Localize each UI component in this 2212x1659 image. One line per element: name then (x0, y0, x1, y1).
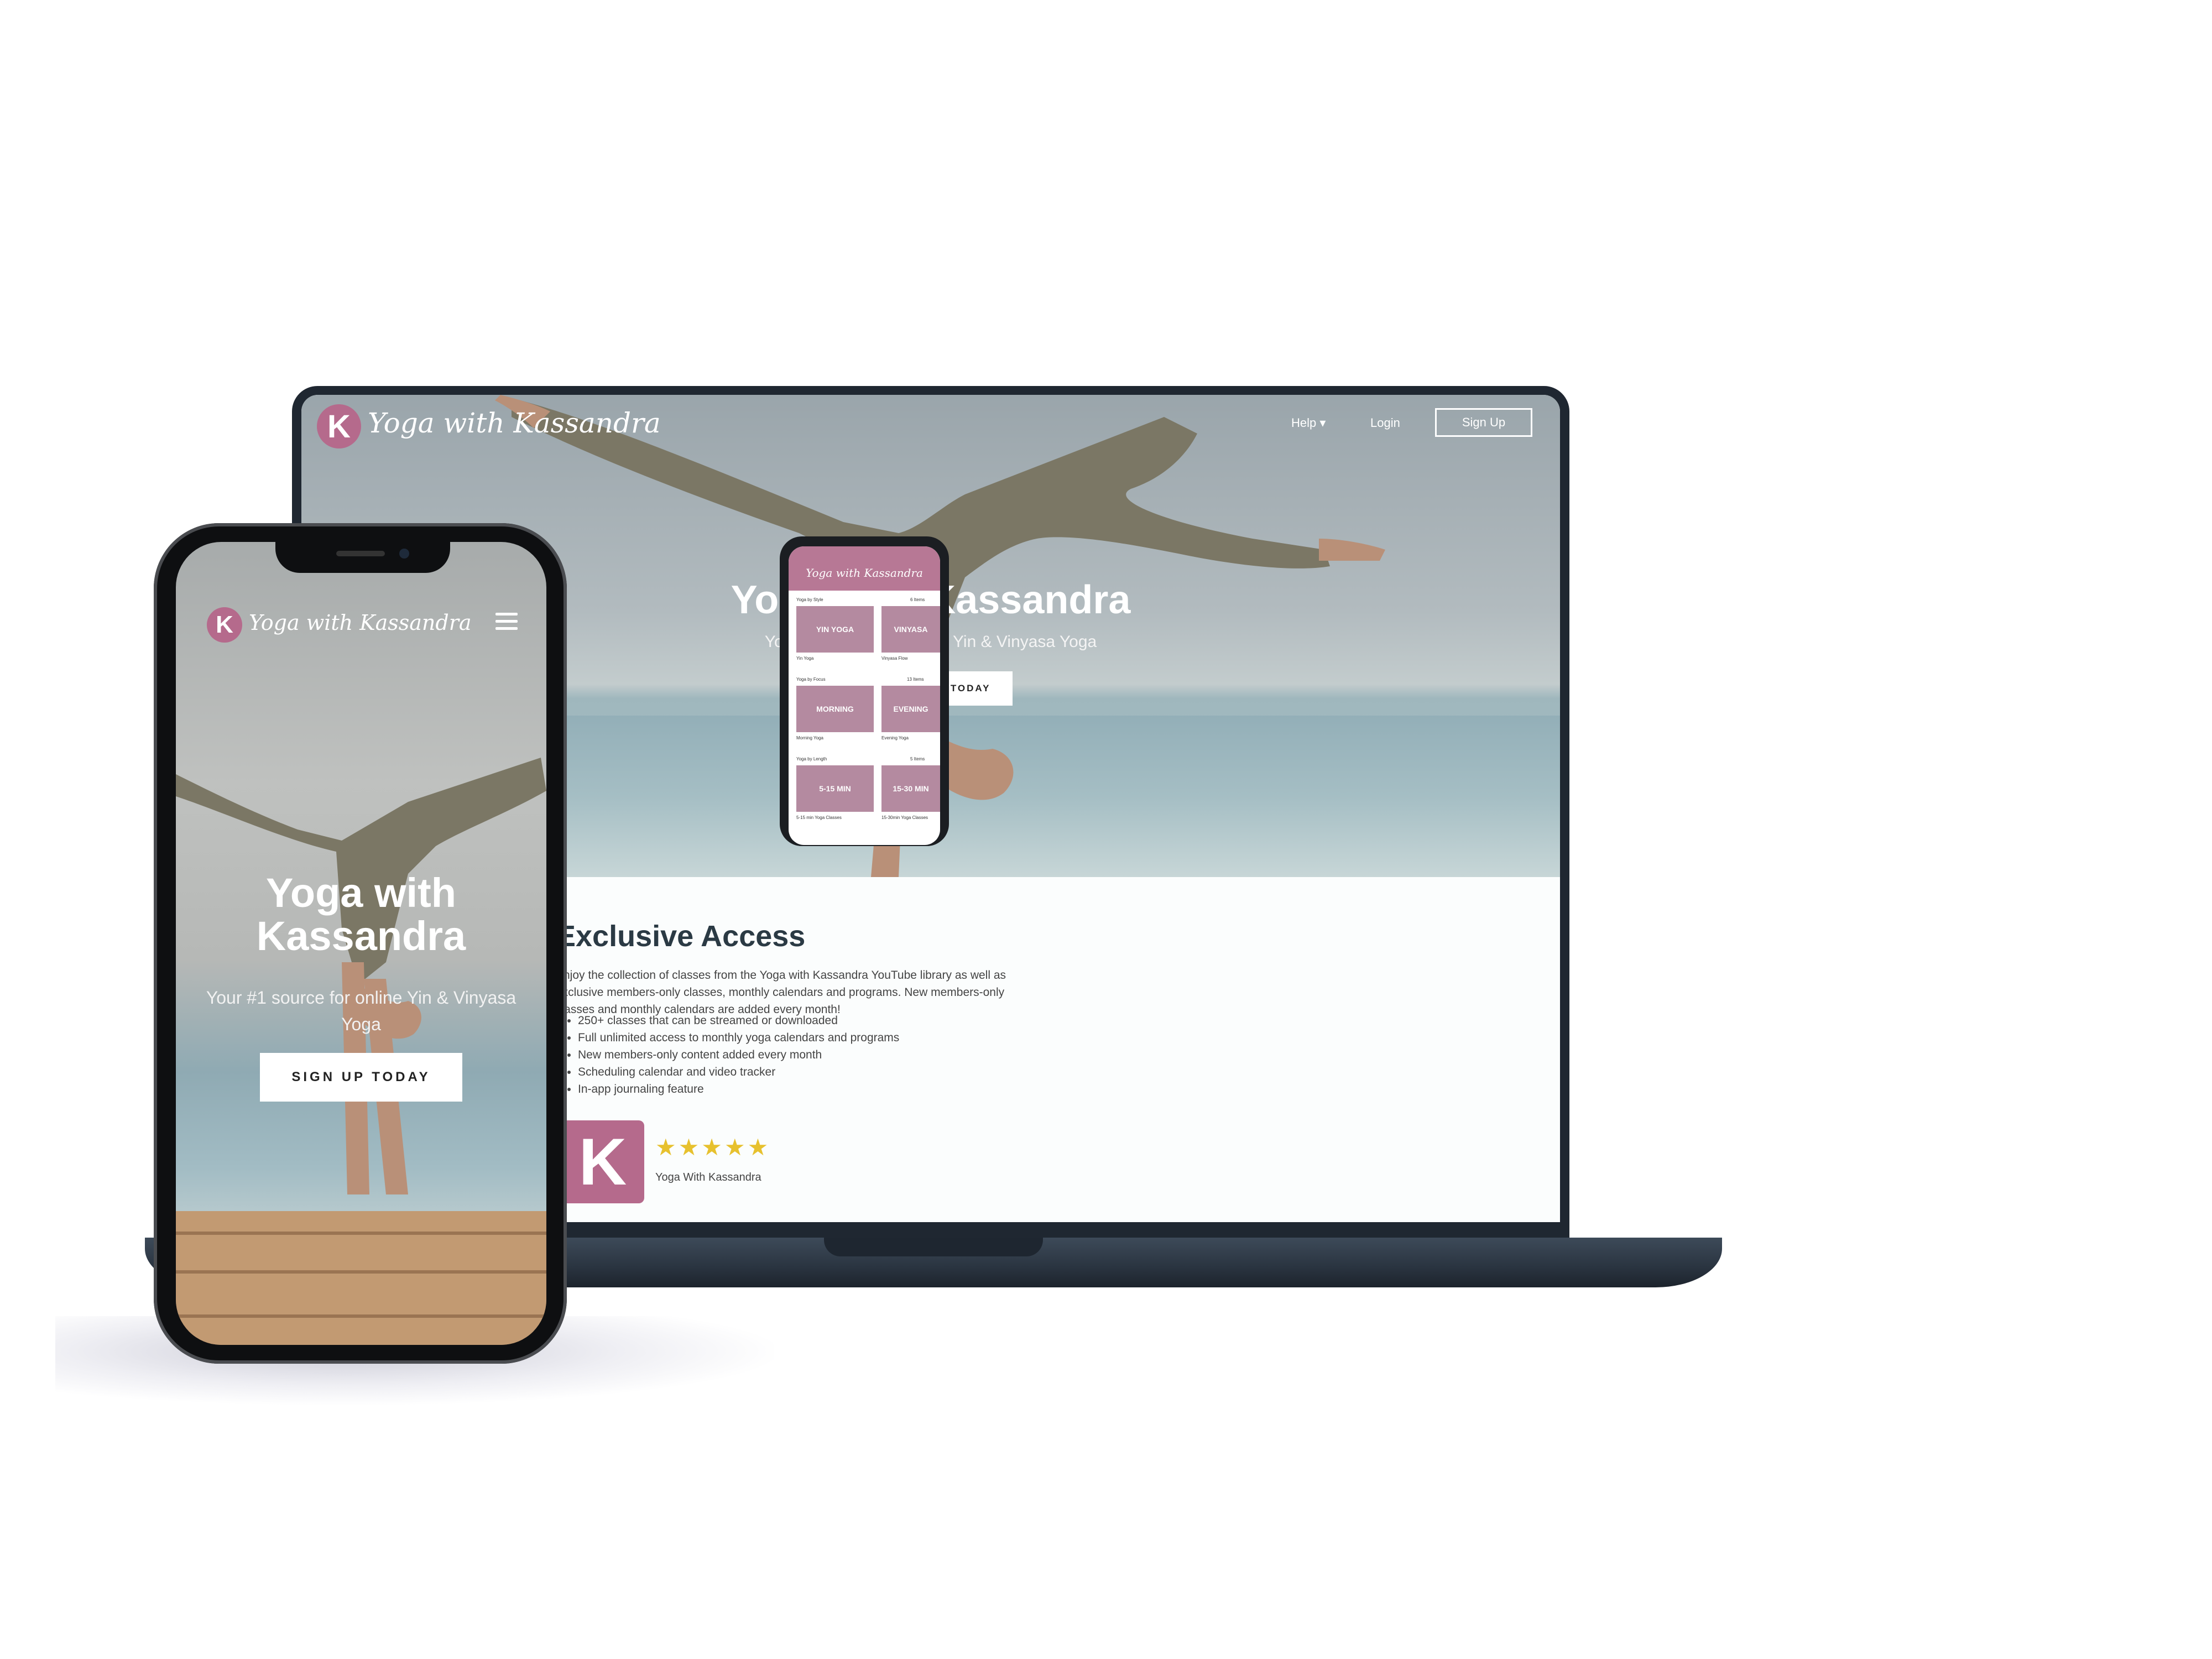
app-preview-title: Yoga with Kassandra (806, 566, 923, 580)
thumb-caption: 5-15 min Yoga Classes (796, 815, 842, 820)
thumb-caption: 15-30min Yoga Classes (881, 815, 928, 820)
group-label: Yoga by Focus (796, 677, 826, 682)
phone-screen: K Yoga with Kassandra Yoga with Kassandr… (176, 542, 546, 1345)
group-count: 13 Items (907, 677, 924, 682)
logo-wordmark[interactable]: Yoga with Kassandra (368, 407, 661, 439)
phone-hero-subtitle: Your #1 source for online Yin & Vinyasa … (206, 988, 517, 1034)
class-thumbnail[interactable]: 15-30 MIN (881, 765, 940, 812)
feature-list: 250+ classes that can be streamed or dow… (556, 1012, 899, 1098)
app-icon[interactable]: K (561, 1120, 644, 1203)
logo-badge[interactable]: K (317, 404, 361, 448)
section-description: Enjoy the collection of classes from the… (556, 969, 1006, 1016)
class-thumbnail[interactable]: EVENING (881, 686, 940, 732)
thumb-caption: Vinyasa Flow (881, 656, 908, 661)
class-thumbnail[interactable]: VINYASA (881, 606, 940, 653)
rating-stars-icon: ★★★★★ (655, 1134, 771, 1160)
camera-icon (399, 549, 409, 559)
app-name: Yoga With Kassandra (655, 1171, 761, 1183)
nav-help-link[interactable]: Help ▾ (1291, 416, 1326, 430)
menu-line (495, 613, 518, 615)
phone-logo-badge[interactable]: K (207, 607, 242, 643)
nav-signup-button[interactable]: Sign Up (1435, 408, 1532, 437)
group-count: 5 Items (910, 757, 925, 761)
phone-hero-title: Yoga with Kassandra (256, 870, 466, 959)
hamburger-icon[interactable] (495, 613, 518, 633)
app-preview-screen: Yoga with Kassandra Yoga by Style 6 Item… (789, 546, 940, 845)
phone-logo-wordmark[interactable]: Yoga with Kassandra (249, 611, 472, 635)
menu-line (495, 620, 518, 623)
menu-line (495, 627, 518, 630)
class-thumbnail[interactable]: MORNING (796, 686, 874, 732)
thumb-caption: Morning Yoga (796, 735, 823, 740)
thumb-caption: Evening Yoga (881, 735, 909, 740)
phone-signup-button[interactable]: SIGN UP TODAY (260, 1053, 462, 1102)
laptop-hinge-notch (824, 1238, 1043, 1256)
group-label: Yoga by Length (796, 757, 827, 761)
feature-item: Scheduling calendar and video tracker (578, 1063, 899, 1081)
class-thumbnail[interactable]: 5-15 MIN (796, 765, 874, 812)
feature-item: 250+ classes that can be streamed or dow… (578, 1012, 899, 1029)
speaker-icon (336, 551, 385, 556)
feature-item: Full unlimited access to monthly yoga ca… (578, 1029, 899, 1046)
group-label: Yoga by Style (796, 597, 823, 602)
feature-item: New members-only content added every mon… (578, 1046, 899, 1063)
group-count: 6 Items (910, 597, 925, 602)
section-title: Exclusive Access (556, 920, 806, 953)
nav-login-link[interactable]: Login (1370, 416, 1400, 430)
feature-item: In-app journaling feature (578, 1081, 899, 1098)
class-thumbnail[interactable]: YIN YOGA (796, 606, 874, 653)
thumb-caption: Yin Yoga (796, 656, 814, 661)
